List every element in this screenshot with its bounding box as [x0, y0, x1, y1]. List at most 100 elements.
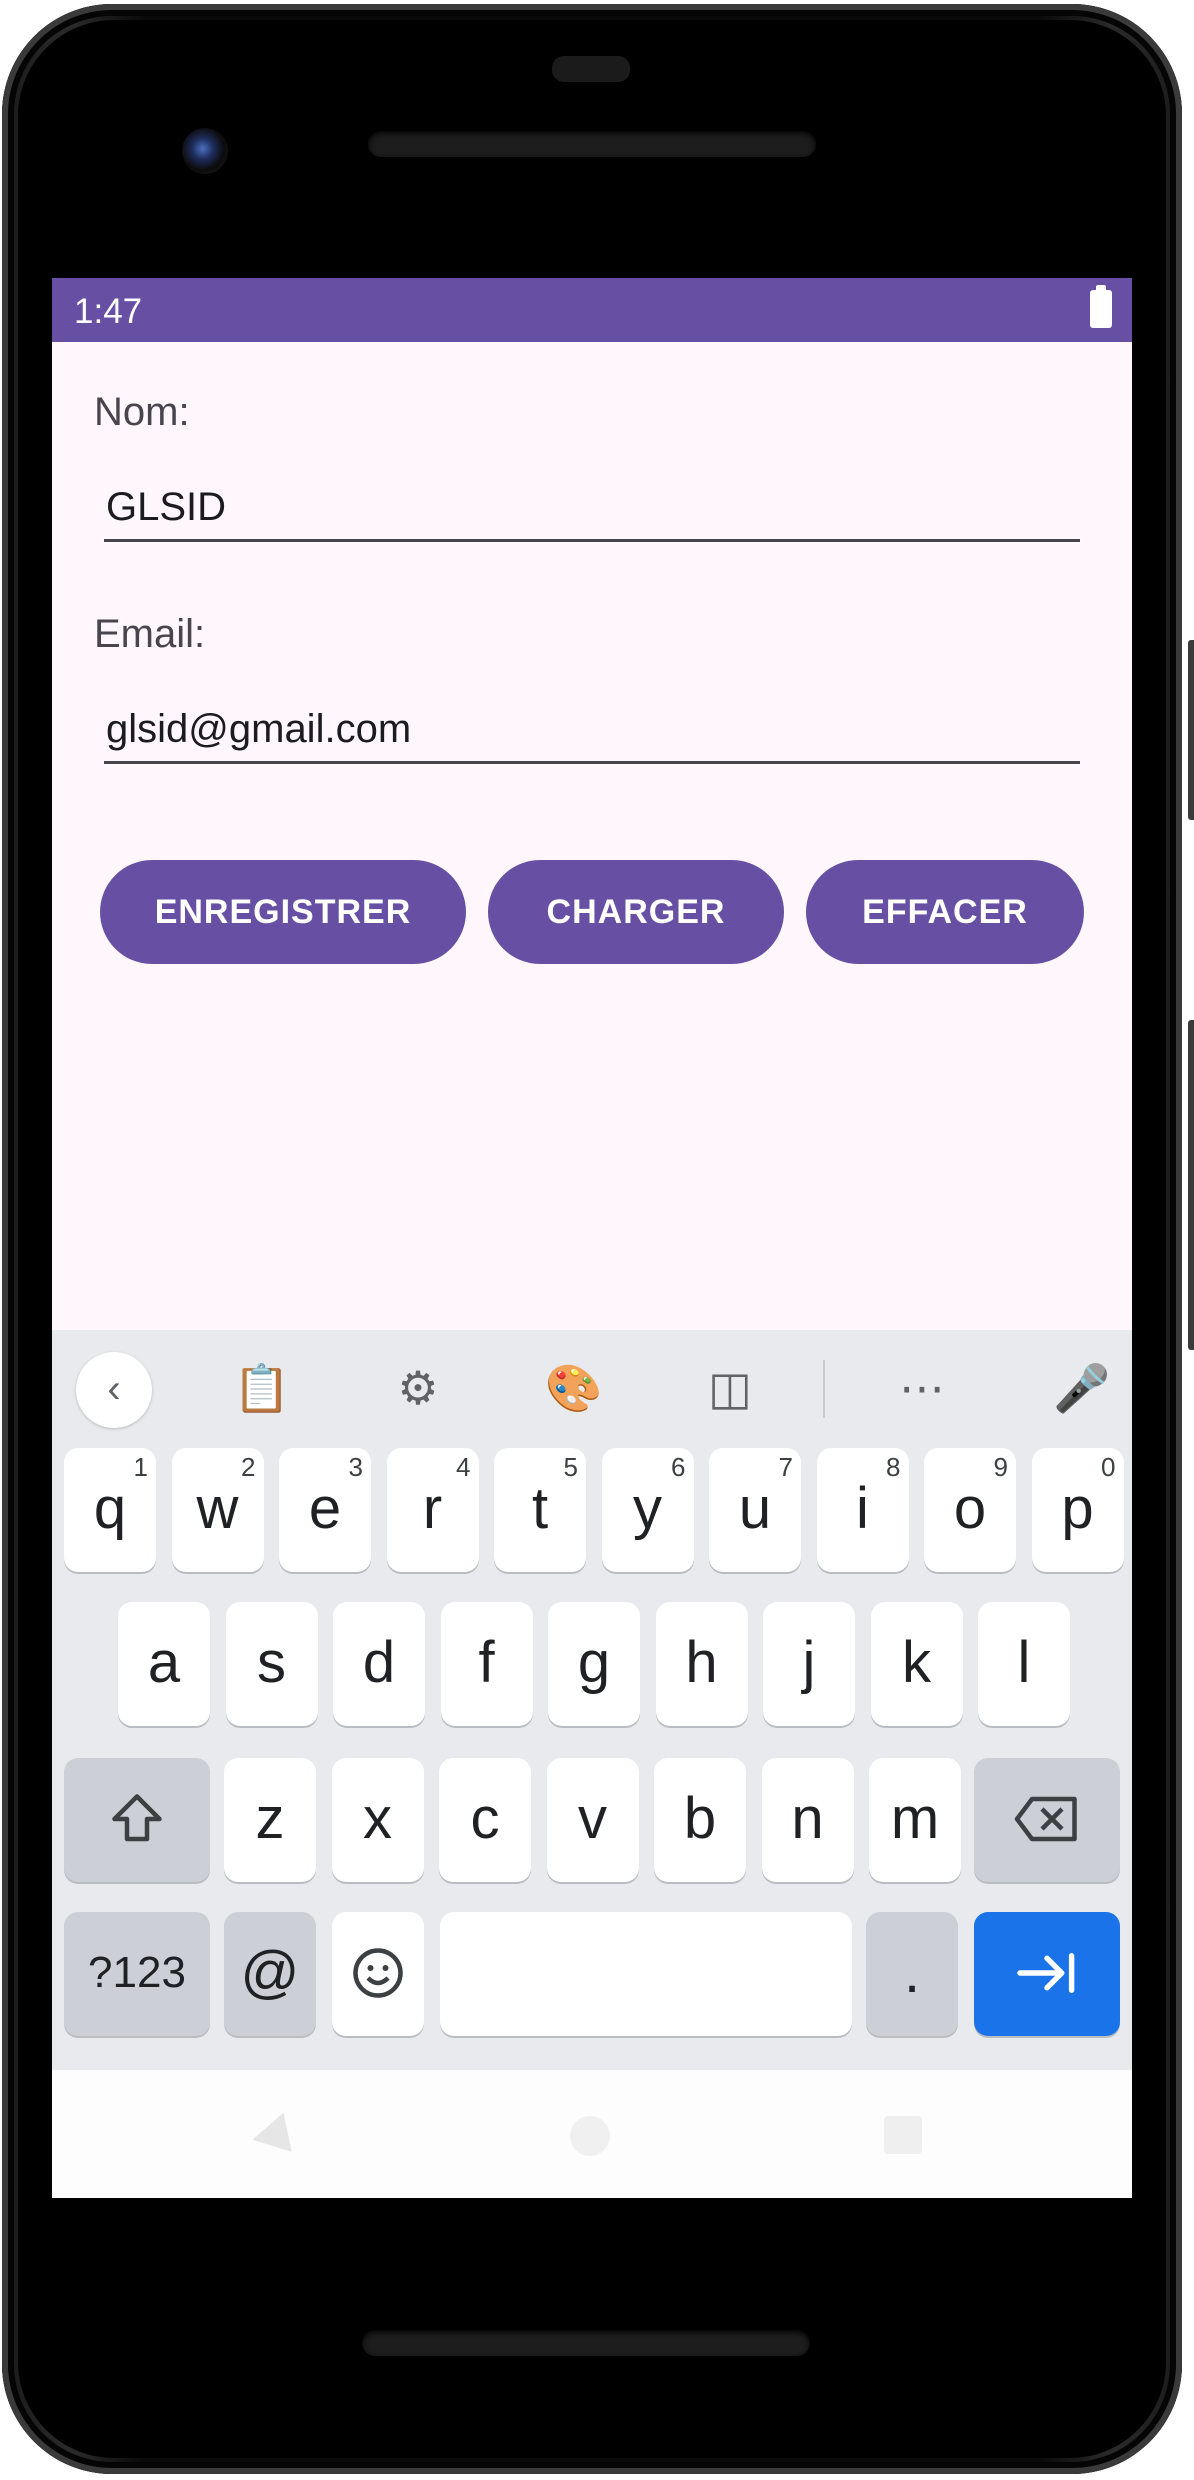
bottom-speaker [362, 2330, 810, 2356]
key-hint-number: 9 [993, 1452, 1008, 1482]
toolbar-divider [823, 1360, 825, 1418]
key-label: y [633, 1476, 662, 1541]
period-key[interactable]: . [866, 1912, 958, 2036]
key-label: e [308, 1476, 342, 1541]
key-d[interactable]: d [333, 1602, 425, 1726]
mic-off-icon[interactable]: 🎤 [1052, 1358, 1112, 1418]
key-w[interactable]: w2 [171, 1448, 264, 1572]
key-v[interactable]: v [546, 1758, 639, 1882]
navigation-bar [52, 2070, 1132, 2198]
key-label: v [578, 1786, 607, 1851]
key-hint-number: 6 [671, 1452, 686, 1482]
key-b[interactable]: b [654, 1758, 746, 1882]
key-a[interactable]: a [118, 1602, 210, 1726]
key-label: g [577, 1630, 611, 1695]
key-label: h [685, 1630, 718, 1695]
more-icon[interactable]: ⋯ [892, 1358, 952, 1418]
key-hint-number: 4 [456, 1452, 471, 1482]
key-label: n [791, 1786, 824, 1851]
key-x[interactable]: x [331, 1758, 424, 1882]
key-label: t [531, 1476, 549, 1541]
key-label: c [470, 1786, 500, 1851]
status-bar: 1:47 [52, 278, 1132, 342]
nav-recents-icon[interactable] [884, 2116, 922, 2154]
key-label: u [738, 1476, 772, 1541]
key-label: m [890, 1786, 940, 1851]
key-p[interactable]: p0 [1031, 1448, 1124, 1572]
key-hint-number: 8 [886, 1452, 901, 1482]
nav-home-icon[interactable] [570, 2116, 610, 2156]
key-hint-number: 7 [778, 1452, 793, 1482]
key-s[interactable]: s [225, 1602, 318, 1726]
proximity-sensor [552, 56, 630, 82]
key-label: o [953, 1476, 987, 1541]
key-m[interactable]: m [869, 1758, 961, 1882]
palette-icon[interactable]: 🎨 [544, 1358, 604, 1418]
load-button[interactable]: CHARGER [488, 860, 784, 964]
key-j[interactable]: j [763, 1602, 855, 1726]
chevron-left-icon[interactable]: ‹ [76, 1352, 152, 1428]
key-q[interactable]: q1 [64, 1448, 156, 1572]
key-r[interactable]: r4 [386, 1448, 479, 1572]
emoji-icon [353, 1948, 403, 1998]
soft-keyboard: ‹ 📋 ⚙ 🎨 ◫ ⋯ 🎤 ?123 @ . q 1 w 2 e 3 r 4 t… [52, 1330, 1132, 2070]
save-button[interactable]: ENREGISTRER [100, 860, 466, 964]
key-i[interactable]: i8 [816, 1448, 909, 1572]
at-key[interactable]: @ [224, 1912, 316, 2036]
tab-next-icon [1017, 1953, 1075, 1993]
key-label: l [1017, 1630, 1031, 1695]
key-label: f [478, 1630, 495, 1695]
name-field[interactable]: GLSID [104, 472, 1080, 542]
symbols-key[interactable]: ?123 [64, 1912, 210, 2036]
backspace-key[interactable] [974, 1758, 1120, 1882]
key-l[interactable]: l [978, 1602, 1070, 1726]
next-field-key[interactable] [974, 1912, 1120, 2036]
nav-back-icon[interactable] [248, 2112, 292, 2160]
key-h[interactable]: h [655, 1602, 748, 1726]
app-screen: 1:47 Nom: GLSID Email: glsid@gmail.com E… [52, 278, 1132, 2198]
email-field[interactable]: glsid@gmail.com [104, 694, 1080, 764]
key-label: s [257, 1630, 286, 1695]
key-label: z [255, 1786, 285, 1851]
key-u[interactable]: u7 [709, 1448, 801, 1572]
floating-keyboard-icon[interactable]: ◫ [700, 1358, 760, 1418]
key-hint-number: 2 [241, 1452, 256, 1482]
clear-button[interactable]: EFFACER [806, 860, 1084, 964]
key-y[interactable]: y6 [601, 1448, 694, 1572]
key-z[interactable]: z [224, 1758, 316, 1882]
key-c[interactable]: c [439, 1758, 531, 1882]
email-label: Email: [94, 612, 206, 656]
key-label: w [196, 1476, 239, 1541]
key-t[interactable]: t5 [494, 1448, 586, 1572]
volume-button [1188, 1020, 1194, 1350]
key-label: a [147, 1630, 181, 1695]
space-key[interactable] [440, 1912, 852, 2036]
key-n[interactable]: n [761, 1758, 854, 1882]
key-g[interactable]: g [548, 1602, 640, 1726]
shift-arrow-icon [112, 1794, 162, 1842]
key-hint-number: 0 [1101, 1452, 1116, 1482]
clipboard-icon[interactable]: 📋 [232, 1358, 292, 1418]
key-label: k [902, 1630, 931, 1695]
gear-icon[interactable]: ⚙ [388, 1358, 448, 1418]
emoji-key[interactable] [332, 1912, 424, 2036]
front-camera-icon [182, 128, 228, 174]
key-e[interactable]: e3 [279, 1448, 371, 1572]
device-frame: 1:47 Nom: GLSID Email: glsid@gmail.com E… [0, 0, 1194, 2480]
power-button [1188, 640, 1194, 820]
key-hint-number: 1 [133, 1452, 148, 1482]
key-label: b [683, 1786, 717, 1851]
battery-full-icon [1090, 285, 1112, 328]
key-o[interactable]: o9 [924, 1448, 1016, 1572]
key-label: j [802, 1630, 816, 1695]
key-label: i [856, 1476, 869, 1541]
shift-key[interactable] [64, 1758, 210, 1882]
status-time: 1:47 [74, 292, 143, 331]
key-k[interactable]: k [870, 1602, 963, 1726]
key-label: q [93, 1476, 127, 1541]
key-hint-number: 5 [563, 1452, 578, 1482]
key-label: x [363, 1786, 392, 1851]
key-f[interactable]: f [440, 1602, 533, 1726]
keyboard-toolbar: ‹ 📋 ⚙ 🎨 ◫ ⋯ 🎤 [52, 1330, 1132, 1448]
earpiece-speaker [368, 131, 816, 157]
